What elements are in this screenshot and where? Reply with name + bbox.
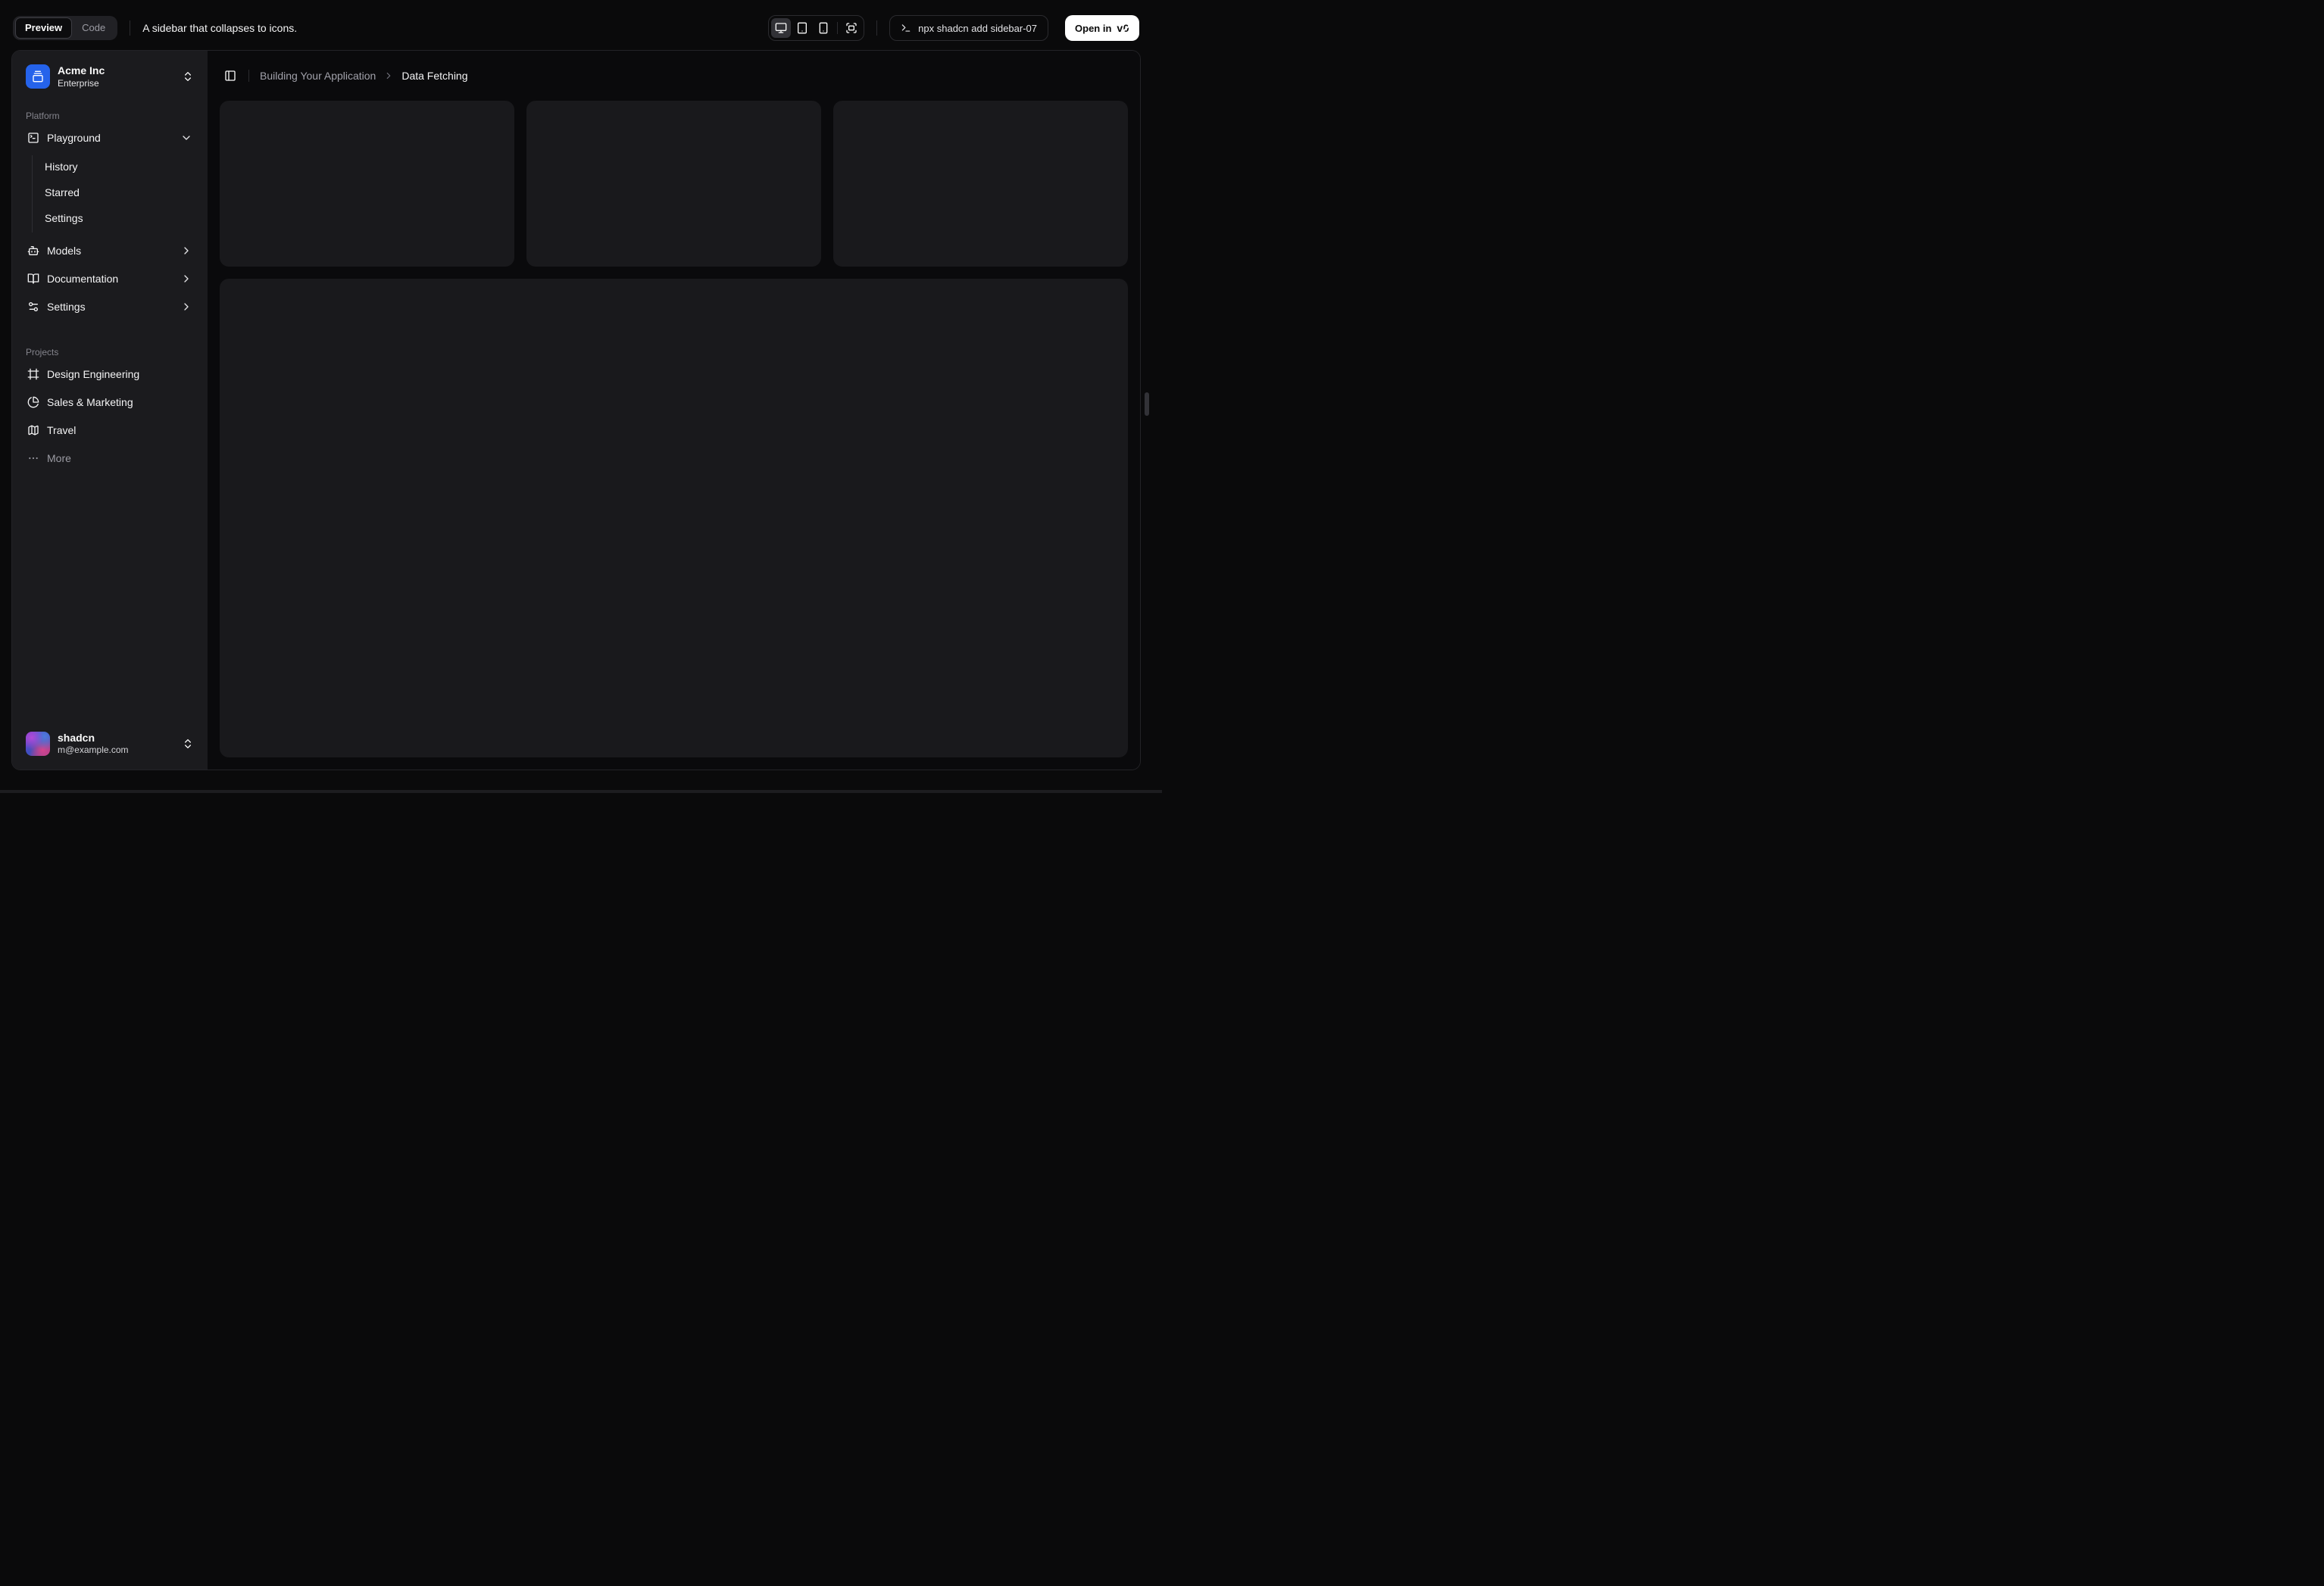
panel-left-icon <box>224 70 236 82</box>
frame-icon <box>27 368 39 380</box>
chevron-right-icon <box>383 70 394 81</box>
fullscreen-button[interactable] <box>842 18 861 38</box>
chevrons-up-down-icon <box>182 738 194 750</box>
placeholder-card <box>833 101 1128 267</box>
team-name: Acme Inc <box>58 64 105 76</box>
square-terminal-icon <box>27 132 39 144</box>
chevron-down-icon <box>180 132 192 144</box>
page-scrollbar-thumb[interactable] <box>1145 392 1149 416</box>
desktop-icon <box>775 22 787 34</box>
header-divider <box>248 70 249 82</box>
sidebar-subitem-settings[interactable]: Settings <box>33 207 200 229</box>
user-email: m@example.com <box>58 745 129 755</box>
user-name: shadcn <box>58 731 95 744</box>
pie-chart-icon <box>27 396 39 408</box>
main-header: Building Your Application Data Fetching <box>208 51 1140 101</box>
sidebar-item-design-engineering[interactable]: Design Engineering <box>20 362 200 386</box>
device-group-separator <box>837 22 839 34</box>
sidebar-item-sales-marketing[interactable]: Sales & Marketing <box>20 390 200 414</box>
team-plan: Enterprise <box>58 77 99 89</box>
placeholder-cards-row <box>220 101 1128 267</box>
tablet-view-button[interactable] <box>792 18 812 38</box>
main-content <box>208 101 1140 770</box>
sidebar-item-more[interactable]: More <box>20 446 200 470</box>
install-command-text: npx shadcn add sidebar-07 <box>918 22 1038 34</box>
sidebar-toggle-button[interactable] <box>220 65 241 86</box>
sidebar-group-label-projects: Projects <box>26 346 59 357</box>
chevron-right-icon <box>180 301 192 313</box>
fullscreen-icon <box>845 22 857 34</box>
sidebar-item-playground[interactable]: Playground <box>20 126 200 150</box>
tab-preview[interactable]: Preview <box>15 17 73 39</box>
team-switcher[interactable]: Acme Inc Enterprise <box>20 58 200 95</box>
settings-icon <box>27 301 39 313</box>
user-menu[interactable]: shadcn m@example.com <box>20 726 200 763</box>
bot-icon <box>27 245 39 257</box>
placeholder-card <box>526 101 821 267</box>
next-section-edge <box>0 790 1162 793</box>
sidebar-subitem-history[interactable]: History <box>33 155 200 178</box>
terminal-icon <box>901 23 911 33</box>
gallery-vertical-end-icon <box>32 70 44 83</box>
breadcrumb-parent[interactable]: Building Your Application <box>260 70 376 82</box>
tab-code[interactable]: Code <box>72 17 115 39</box>
block-toolbar: Preview Code A sidebar that collapses to… <box>0 0 1162 50</box>
breadcrumb: Building Your Application Data Fetching <box>260 70 468 82</box>
placeholder-panel <box>220 278 1128 757</box>
chevron-right-icon <box>180 273 192 285</box>
v0-logo-icon: v0 <box>1117 22 1129 34</box>
toolbar-divider-2 <box>876 20 878 36</box>
avatar <box>26 731 50 756</box>
map-icon <box>27 424 39 436</box>
open-in-v0-button[interactable]: Open in v0 <box>1065 15 1139 41</box>
chevron-right-icon <box>180 245 192 257</box>
device-size-toggle-group <box>768 15 865 41</box>
desktop-view-button[interactable] <box>771 18 792 38</box>
phone-view-button[interactable] <box>814 18 833 38</box>
breadcrumb-current: Data Fetching <box>401 70 468 82</box>
ellipsis-icon <box>27 452 39 464</box>
sidebar-group-label-platform: Platform <box>26 110 60 121</box>
sidebar-item-settings[interactable]: Settings <box>20 295 200 319</box>
book-open-icon <box>27 273 39 285</box>
block-description: A sidebar that collapses to icons. <box>142 22 298 34</box>
sidebar-subitem-starred[interactable]: Starred <box>33 181 200 204</box>
playground-sub-menu: History Starred Settings <box>32 155 200 233</box>
team-logo <box>26 64 50 89</box>
sidebar-item-documentation[interactable]: Documentation <box>20 267 200 291</box>
app-sidebar: Acme Inc Enterprise Platform Playground … <box>12 51 208 770</box>
chevrons-up-down-icon <box>182 70 194 83</box>
view-toggle-group: Preview Code <box>13 16 118 40</box>
phone-icon <box>817 22 829 34</box>
block-preview-frame: Acme Inc Enterprise Platform Playground … <box>11 50 1141 770</box>
open-in-label: Open in <box>1075 22 1112 34</box>
sidebar-item-travel[interactable]: Travel <box>20 418 200 442</box>
main-panel: Building Your Application Data Fetching <box>208 51 1140 770</box>
tablet-icon <box>796 22 808 34</box>
sidebar-item-models[interactable]: Models <box>20 239 200 263</box>
placeholder-card <box>220 101 514 267</box>
install-command[interactable]: npx shadcn add sidebar-07 <box>889 15 1049 41</box>
